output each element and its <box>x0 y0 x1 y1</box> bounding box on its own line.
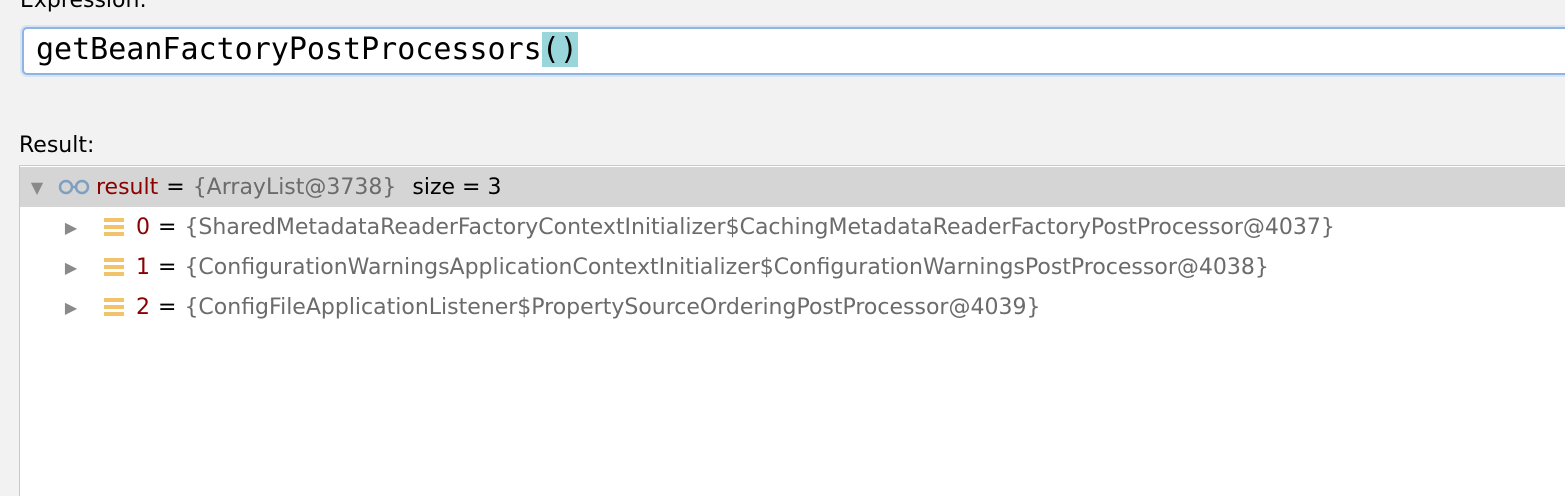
chevron-down-icon[interactable]: ▼ <box>28 178 46 197</box>
item-value: {ConfigFileApplicationListener$PropertyS… <box>184 294 1041 320</box>
equals-sign: = <box>158 214 177 240</box>
tree-row-item-2[interactable]: ▶ 2 = {ConfigFileApplicationListener$Pro… <box>20 287 1565 327</box>
result-label: Result: <box>19 133 95 158</box>
expression-label: Expression: <box>20 0 147 13</box>
expression-input[interactable]: getBeanFactoryPostProcessors() <box>22 27 1565 75</box>
chevron-right-icon[interactable]: ▶ <box>62 298 80 317</box>
item-index: 1 <box>136 254 150 280</box>
expression-main: getBeanFactoryPostProcessors <box>36 32 542 67</box>
item-value: {SharedMetadataReaderFactoryContextIniti… <box>184 214 1335 240</box>
expression-parens: () <box>541 32 578 67</box>
glasses-icon <box>58 179 90 195</box>
equals-sign: = <box>166 174 185 200</box>
field-icon <box>104 298 124 316</box>
field-icon <box>104 258 124 276</box>
field-icon <box>104 218 124 236</box>
result-size: size = 3 <box>412 174 502 200</box>
tree-row-item-0[interactable]: ▶ 0 = {SharedMetadataReaderFactoryContex… <box>20 207 1565 247</box>
equals-sign: = <box>158 254 177 280</box>
result-tree[interactable]: ▼ result = {ArrayList@3738} size = 3 ▶ 0… <box>19 165 1565 496</box>
chevron-right-icon[interactable]: ▶ <box>62 218 80 237</box>
tree-row-item-1[interactable]: ▶ 1 = {ConfigurationWarningsApplicationC… <box>20 247 1565 287</box>
item-index: 2 <box>136 294 150 320</box>
tree-row-result[interactable]: ▼ result = {ArrayList@3738} size = 3 <box>20 167 1565 207</box>
item-index: 0 <box>136 214 150 240</box>
expression-text[interactable]: getBeanFactoryPostProcessors() <box>36 32 578 67</box>
result-value: {ArrayList@3738} <box>192 174 397 200</box>
equals-sign: = <box>158 294 177 320</box>
chevron-right-icon[interactable]: ▶ <box>62 258 80 277</box>
result-name: result <box>96 174 159 200</box>
item-value: {ConfigurationWarningsApplicationContext… <box>184 254 1269 280</box>
